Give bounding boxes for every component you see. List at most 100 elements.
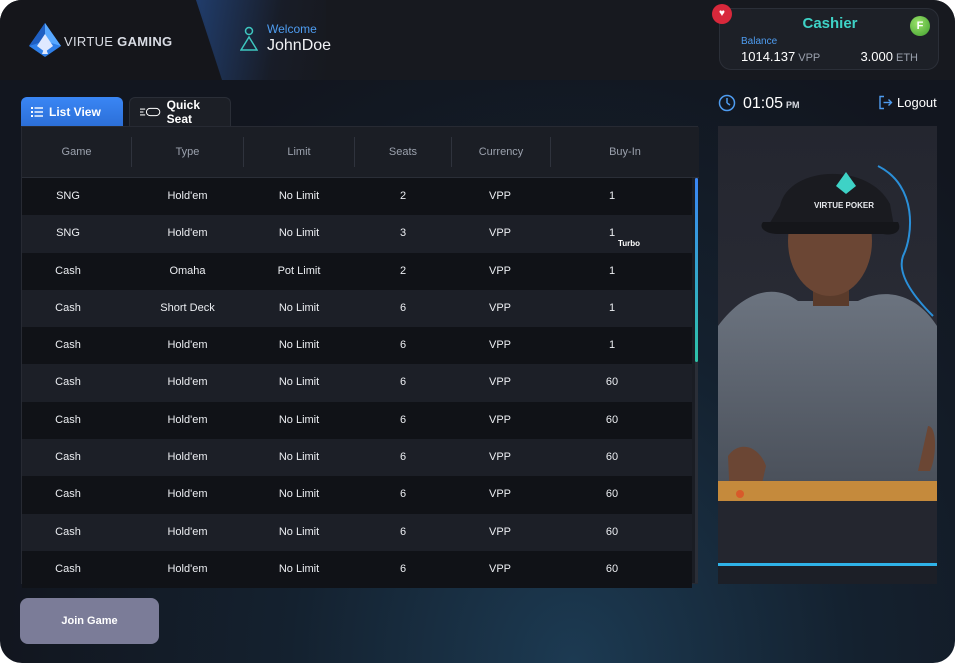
table-row[interactable]: Cash Hold'em No Limit 6 VPP 60 bbox=[22, 550, 692, 589]
header-buyin[interactable]: Buy-In bbox=[551, 127, 699, 178]
join-game-button[interactable]: Join Game bbox=[20, 598, 159, 644]
table-row[interactable]: Cash Hold'em No Limit 6 VPP 60 bbox=[22, 401, 692, 440]
cell-seats: 3 bbox=[399, 227, 407, 240]
cell-currency: VPP bbox=[488, 376, 511, 389]
table-header: Game Type Limit Seats Currency Buy-In bbox=[22, 127, 699, 178]
cell-buyin: 60 bbox=[605, 451, 619, 464]
cell-seats: 6 bbox=[399, 413, 407, 426]
tab-quick-seat-label: Quick Seat bbox=[166, 98, 200, 126]
table-row[interactable]: Cash Hold'em No Limit 6 VPP 60 bbox=[22, 439, 692, 477]
scrollbar-thumb[interactable] bbox=[695, 178, 698, 362]
tab-list-view[interactable]: List View bbox=[21, 97, 123, 126]
cell-type: Hold'em bbox=[167, 488, 208, 501]
cell-currency: VPP bbox=[488, 301, 511, 314]
tab-list-view-label: List View bbox=[49, 104, 101, 119]
table-row[interactable]: Cash Omaha Pot Limit 2 VPP 1 bbox=[22, 252, 692, 290]
header-game[interactable]: Game bbox=[22, 127, 131, 178]
cell-game: Cash bbox=[55, 301, 81, 314]
cell-buyin: 1 bbox=[608, 301, 616, 314]
balance-label: Balance bbox=[741, 36, 778, 47]
clock-period: PM bbox=[786, 100, 800, 110]
cell-game: Cash bbox=[55, 451, 81, 464]
quick-seat-icon bbox=[140, 107, 161, 117]
cell-buyin: 1 bbox=[608, 264, 616, 277]
cell-type: Hold'em bbox=[167, 339, 208, 352]
cell-currency: VPP bbox=[488, 451, 511, 464]
header-limit[interactable]: Limit bbox=[244, 127, 354, 178]
cell-seats: 6 bbox=[399, 339, 407, 352]
player-illustration: VIRTUE POKER bbox=[718, 165, 937, 566]
cashier-panel[interactable]: Cashier F Balance 1014.137 VPP 3.000 ETH bbox=[719, 8, 939, 70]
cell-seats: 2 bbox=[399, 264, 407, 277]
clock-icon bbox=[718, 94, 736, 112]
cell-limit: No Limit bbox=[278, 339, 320, 352]
notification-badge-icon[interactable]: ♥ bbox=[712, 4, 732, 24]
cell-limit: No Limit bbox=[278, 227, 320, 240]
header-seats[interactable]: Seats bbox=[355, 127, 451, 178]
table-row[interactable]: Cash Hold'em No Limit 6 VPP 60 bbox=[22, 364, 692, 402]
cell-game: Cash bbox=[55, 339, 81, 352]
cell-game: Cash bbox=[55, 488, 81, 501]
user-icon bbox=[240, 26, 258, 51]
cell-seats: 2 bbox=[399, 190, 407, 202]
cell-limit: No Limit bbox=[278, 488, 320, 501]
tab-quick-seat[interactable]: Quick Seat bbox=[129, 97, 231, 126]
table-row[interactable]: SNG Hold'em No Limit 3 VPP 1 Turbo bbox=[22, 215, 692, 253]
cell-currency: VPP bbox=[488, 525, 511, 538]
cell-buyin: 60 bbox=[605, 488, 619, 501]
cell-seats: 6 bbox=[399, 451, 407, 464]
cell-currency: VPP bbox=[488, 488, 511, 501]
cell-limit: No Limit bbox=[278, 413, 320, 426]
cell-game: Cash bbox=[55, 525, 81, 538]
balance-eth: 3.000 ETH bbox=[860, 49, 918, 64]
cell-type: Hold'em bbox=[167, 376, 208, 389]
vpp-amount: 1014.137 bbox=[741, 49, 796, 64]
cell-currency: VPP bbox=[488, 562, 511, 575]
header-type[interactable]: Type bbox=[132, 127, 243, 178]
game-table: Game Type Limit Seats Currency Buy-In SN… bbox=[21, 126, 699, 589]
cell-limit: No Limit bbox=[278, 376, 320, 389]
cell-game: Cash bbox=[55, 264, 81, 277]
cell-limit: Pot Limit bbox=[277, 264, 321, 277]
brand-name: VIRTUE GAMING bbox=[64, 34, 172, 49]
cell-seats: 6 bbox=[399, 376, 407, 389]
table-body: SNG Hold'em No Limit 2 VPP 1 SNG Hold'em No Limi… bbox=[22, 178, 692, 589]
logout-label: Logout bbox=[897, 95, 937, 110]
cell-type: Omaha bbox=[169, 264, 206, 277]
app-window: VIRTUE GAMING Welcome JohnDoe Cashier F … bbox=[0, 0, 955, 663]
cell-seats: 6 bbox=[399, 525, 407, 538]
list-icon bbox=[31, 106, 43, 117]
turbo-tag: Turbo bbox=[618, 239, 641, 249]
logout-button[interactable]: Logout bbox=[878, 95, 937, 110]
eth-amount: 3.000 bbox=[860, 49, 893, 64]
promo-image: VIRTUE POKER bbox=[718, 126, 937, 566]
table-row[interactable]: Cash Hold'em No Limit 6 VPP 60 bbox=[22, 513, 692, 551]
cell-seats: 6 bbox=[399, 301, 407, 314]
table-row[interactable]: SNG Hold'em No Limit 2 VPP 1 bbox=[22, 178, 692, 216]
cap-logo-text: VIRTUE POKER bbox=[814, 201, 874, 210]
welcome-label: Welcome bbox=[267, 22, 317, 36]
cell-seats: 6 bbox=[399, 562, 407, 575]
top-header: VIRTUE GAMING Welcome JohnDoe Cashier F … bbox=[0, 0, 955, 80]
cell-limit: No Limit bbox=[278, 301, 320, 314]
cell-currency: VPP bbox=[488, 227, 511, 240]
cell-buyin: 1 bbox=[608, 190, 616, 202]
header-currency[interactable]: Currency bbox=[452, 127, 550, 178]
table-row[interactable]: Cash Hold'em No Limit 6 VPP 1 bbox=[22, 327, 692, 365]
cashier-title[interactable]: Cashier bbox=[720, 15, 940, 32]
brand-name-light: VIRTUE bbox=[64, 34, 114, 49]
vpp-unit: VPP bbox=[798, 52, 821, 64]
brand-name-bold: GAMING bbox=[117, 34, 173, 49]
table-row[interactable]: Cash Short Deck No Limit 6 VPP 1 bbox=[22, 289, 692, 328]
cell-type: Hold'em bbox=[167, 525, 208, 538]
level-badge: F bbox=[910, 16, 930, 36]
cell-buyin: 60 bbox=[605, 376, 619, 389]
cell-currency: VPP bbox=[488, 264, 511, 277]
cell-buyin: 60 bbox=[605, 562, 619, 575]
cell-type: Short Deck bbox=[160, 301, 215, 314]
cell-currency: VPP bbox=[488, 413, 511, 426]
cell-seats: 6 bbox=[399, 488, 407, 501]
table-row[interactable]: Cash Hold'em No Limit 6 VPP 60 bbox=[22, 476, 692, 514]
logout-icon bbox=[879, 95, 893, 110]
cell-game: Cash bbox=[55, 376, 81, 389]
